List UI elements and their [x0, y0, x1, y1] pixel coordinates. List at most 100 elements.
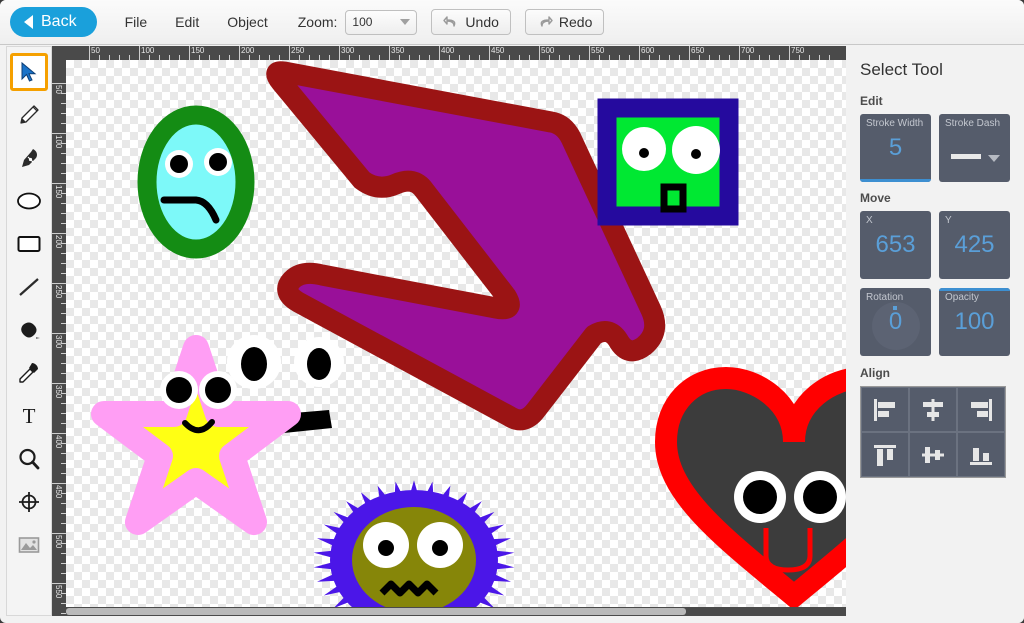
align-right-icon: [971, 398, 992, 421]
vector-editor-window: Back File Edit Object Zoom: 100 Undo Red…: [0, 0, 1024, 623]
select-tool[interactable]: [10, 53, 48, 91]
menu-object[interactable]: Object: [227, 14, 267, 30]
ruler-h-major-tick: [739, 46, 740, 60]
x-value: 653: [875, 231, 916, 258]
ruler-h-label: 750: [791, 46, 805, 55]
zoom-select[interactable]: 100: [345, 9, 418, 35]
stroke-width-underline: [860, 179, 931, 182]
align-left-button[interactable]: [861, 387, 909, 432]
fountain-pen-icon: [22, 149, 37, 167]
ruler-h-major-tick: [289, 46, 290, 60]
top-toolbar: Back File Edit Object Zoom: 100 Undo Red…: [0, 0, 1024, 45]
stroke-width-field[interactable]: Stroke Width 5: [860, 114, 931, 182]
eyedropper-tool[interactable]: [10, 354, 48, 392]
drawing-canvas[interactable]: [66, 60, 846, 616]
y-value: 425: [954, 231, 995, 258]
ruler-h-label: 150: [191, 46, 205, 55]
opacity-field[interactable]: Opacity 100: [939, 288, 1010, 356]
ruler-h-major-tick: [339, 46, 340, 60]
align-button-grid: [860, 386, 1006, 478]
line-icon: [19, 278, 39, 296]
stroke-dash-field[interactable]: Stroke Dash: [939, 114, 1010, 182]
edit-section-label: Edit: [860, 94, 883, 108]
vertical-ruler: 50 100 150 200 250 300 350 400 450 500 550: [52, 46, 66, 616]
ellipse-tool[interactable]: [10, 182, 48, 220]
pencil-tool[interactable]: [10, 96, 48, 134]
ruler-h-major-tick: [139, 46, 140, 60]
ruler-v-label: 150: [54, 185, 63, 199]
undo-button[interactable]: Undo: [431, 9, 511, 35]
x-position-field[interactable]: X 653: [860, 211, 931, 279]
horizontal-scrollbar-thumb[interactable]: [66, 608, 686, 615]
ruler-h-major-tick: [189, 46, 190, 60]
ruler-v-major-tick: [52, 283, 66, 284]
canvas-shapes: [91, 61, 846, 616]
edit-tiles: Stroke Width 5 Stroke Dash: [860, 114, 1012, 182]
ruler-v-label: 200: [54, 235, 63, 249]
properties-panel: Select Tool Edit Stroke Width 5 Stroke D…: [850, 46, 1024, 623]
align-bottom-button[interactable]: [957, 432, 1005, 477]
heart-face-shape[interactable]: [654, 366, 846, 611]
pen-tool[interactable]: [10, 139, 48, 177]
target-tool[interactable]: [10, 483, 48, 521]
ruler-h-label: 700: [741, 46, 755, 55]
ellipse-face-shape[interactable]: [137, 105, 255, 259]
ruler-v-major-tick: [52, 333, 66, 334]
rotation-field[interactable]: Rotation 0: [860, 288, 931, 356]
ruler-h-label: 300: [341, 46, 355, 55]
redo-button[interactable]: Redo: [524, 9, 605, 35]
text-tool[interactable]: T: [10, 397, 48, 435]
align-middle-v-icon: [922, 446, 944, 463]
ruler-v-major-tick: [52, 583, 66, 584]
align-center-horizontal-button[interactable]: [909, 387, 957, 432]
triangle-left-icon: [24, 15, 33, 29]
horizontal-scrollbar[interactable]: [66, 607, 846, 616]
align-section-label: Align: [860, 366, 890, 380]
opacity-topline: [939, 288, 1010, 291]
ruler-h-major-tick: [389, 46, 390, 60]
align-middle-vertical-button[interactable]: [909, 432, 957, 477]
ruler-v-major-tick: [52, 83, 66, 84]
menu-edit[interactable]: Edit: [175, 14, 199, 30]
svg-text:T: T: [23, 404, 36, 428]
rectangle-tool[interactable]: [10, 225, 48, 263]
align-bottom-icon: [970, 447, 992, 465]
ruler-h-major-tick: [789, 46, 790, 60]
chevron-down-icon: [400, 19, 411, 25]
y-position-field[interactable]: Y 425: [939, 211, 1010, 279]
ruler-h-major-tick: [539, 46, 540, 60]
move-section-label: Move: [860, 191, 891, 205]
redo-label: Redo: [558, 14, 593, 30]
ruler-h-major-tick: [239, 46, 240, 60]
rotation-label: Rotation: [866, 292, 904, 303]
move-tiles-row1: X 653 Y 425: [860, 211, 1012, 279]
align-top-icon: [874, 444, 896, 466]
zoom-tool[interactable]: [10, 440, 48, 478]
ellipse-icon: [17, 192, 41, 210]
boomerang-face-shape[interactable]: [227, 61, 666, 438]
image-picture-icon: [18, 537, 40, 553]
image-tool[interactable]: [10, 526, 48, 564]
opacity-label: Opacity: [945, 292, 979, 303]
stroke-width-value: 5: [888, 134, 903, 161]
ruler-h-major-tick: [89, 46, 90, 60]
eyedropper-icon: [19, 363, 38, 383]
ruler-v-major-tick: [52, 183, 66, 184]
ruler-h-label: 550: [591, 46, 605, 55]
ruler-h-major-tick: [689, 46, 690, 60]
ruler-v-major-tick: [52, 233, 66, 234]
align-top-button[interactable]: [861, 432, 909, 477]
back-button[interactable]: Back: [10, 7, 97, 37]
back-button-label: Back: [41, 13, 77, 30]
ruler-h-label: 200: [241, 46, 255, 55]
align-right-button[interactable]: [957, 387, 1005, 432]
pencil-icon: [20, 105, 39, 124]
square-face-shape[interactable]: [597, 98, 739, 226]
x-label: X: [866, 215, 873, 226]
brush-tool[interactable]: [10, 311, 48, 349]
line-tool[interactable]: [10, 268, 48, 306]
rectangle-icon: [17, 236, 41, 252]
spiky-blob-face-shape[interactable]: [313, 480, 515, 616]
menu-file[interactable]: File: [125, 14, 148, 30]
ruler-h-label: 350: [391, 46, 405, 55]
